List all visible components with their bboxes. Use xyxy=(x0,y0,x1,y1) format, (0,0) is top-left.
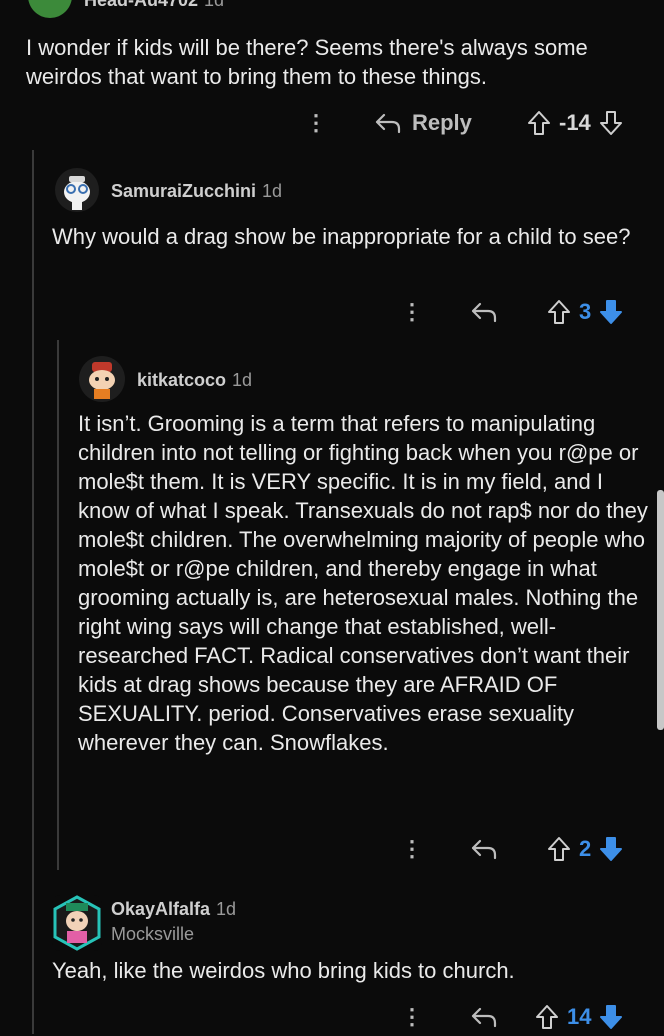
more-options-icon[interactable]: ⋮ xyxy=(401,1006,423,1028)
reply-icon xyxy=(471,839,497,860)
username-text[interactable]: SamuraiZucchini xyxy=(111,181,256,201)
snoo-avatar-icon xyxy=(53,895,101,951)
more-options-icon[interactable]: ⋮ xyxy=(401,838,423,860)
reply-button[interactable] xyxy=(470,838,498,860)
comment-body: It isn’t. Grooming is a term that refers… xyxy=(78,411,648,755)
score: -14 xyxy=(559,110,591,135)
reply-button[interactable] xyxy=(470,1006,498,1028)
comment-username[interactable]: SamuraiZucchini 1d xyxy=(111,181,282,202)
reply-icon xyxy=(471,1007,497,1028)
upvote-icon[interactable] xyxy=(527,110,551,136)
comment-actions: ⋮ Reply -14 xyxy=(0,106,664,142)
reply-label: Reply xyxy=(412,110,472,135)
vote-controls: 2 xyxy=(547,836,623,862)
username-text[interactable]: Head-Au4702 xyxy=(84,0,198,10)
avatar[interactable] xyxy=(55,168,99,212)
comment-actions: ⋮ 14 xyxy=(0,1000,664,1036)
scrollbar[interactable] xyxy=(657,490,664,730)
comment-username[interactable]: OkayAlfalfa 1d xyxy=(111,899,236,920)
thread-line xyxy=(32,150,34,1034)
reply-button[interactable] xyxy=(470,301,498,323)
avatar[interactable] xyxy=(52,895,102,951)
thread-line xyxy=(57,340,59,870)
avatar[interactable] xyxy=(79,356,125,402)
comment-time: 1d xyxy=(262,181,283,201)
comment-username[interactable]: kitkatcoco 1d xyxy=(137,370,252,391)
comment-actions: ⋮ 3 xyxy=(0,295,664,331)
comment-time: 1d xyxy=(232,370,253,390)
comment-body: I wonder if kids will be there? Seems th… xyxy=(26,35,588,89)
upvote-icon[interactable] xyxy=(547,836,571,862)
reply-icon xyxy=(471,302,497,323)
downvote-icon[interactable] xyxy=(599,299,623,325)
reply-icon xyxy=(375,113,401,134)
downvote-icon[interactable] xyxy=(599,1004,623,1030)
vote-controls: 14 xyxy=(535,1004,623,1030)
comment-time: 1d xyxy=(216,899,237,919)
more-options-icon[interactable]: ⋮ xyxy=(305,112,327,134)
username-text[interactable]: kitkatcoco xyxy=(137,370,226,390)
downvote-icon[interactable] xyxy=(599,110,623,136)
avatar[interactable] xyxy=(28,0,72,18)
more-options-icon[interactable]: ⋮ xyxy=(401,301,423,323)
comment-time: 1d xyxy=(204,0,225,10)
snoo-avatar-icon xyxy=(64,176,90,210)
comment-username[interactable]: Head-Au4702 1d xyxy=(84,0,224,11)
vote-controls: 3 xyxy=(547,299,623,325)
user-flair: Mocksville xyxy=(111,924,195,944)
downvote-icon[interactable] xyxy=(599,836,623,862)
snoo-avatar-icon xyxy=(89,362,115,399)
score: 14 xyxy=(567,1004,592,1029)
username-text[interactable]: OkayAlfalfa xyxy=(111,899,210,919)
score: 2 xyxy=(579,836,592,861)
comment-body: Why would a drag show be inappropriate f… xyxy=(52,224,631,249)
comment-actions: ⋮ 2 xyxy=(0,832,664,868)
score: 3 xyxy=(579,299,592,324)
vote-controls: -14 xyxy=(527,110,623,136)
comment-body: Yeah, like the weirdos who bring kids to… xyxy=(52,958,515,983)
upvote-icon[interactable] xyxy=(535,1004,559,1030)
upvote-icon[interactable] xyxy=(547,299,571,325)
reply-button[interactable]: Reply xyxy=(374,110,472,136)
